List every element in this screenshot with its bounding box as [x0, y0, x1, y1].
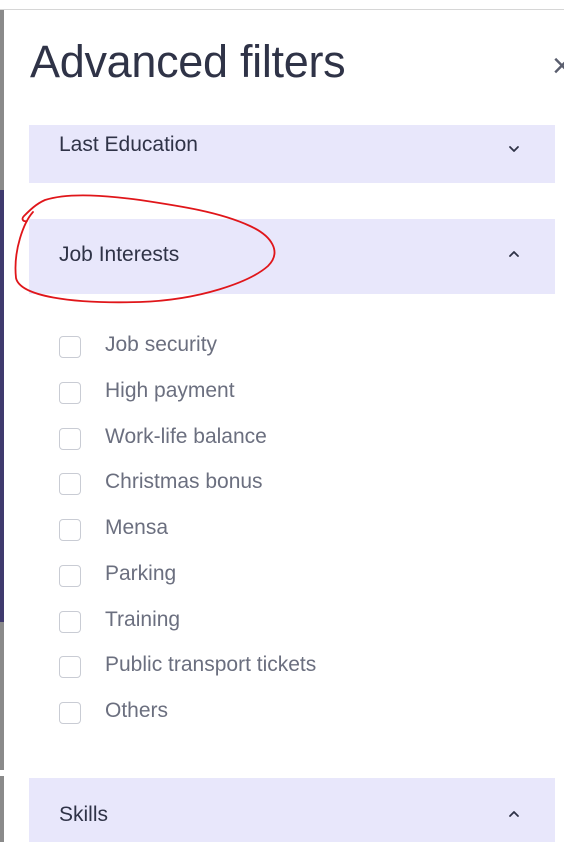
section-header-job-interests[interactable]: Job Interests	[29, 219, 555, 294]
option-label: Public transport tickets	[105, 653, 317, 677]
close-icon[interactable]: ×	[552, 46, 564, 86]
section-header-skills[interactable]: Skills	[29, 778, 555, 842]
top-divider	[0, 9, 564, 10]
option-label: Christmas bonus	[105, 470, 263, 494]
checkbox[interactable]	[59, 427, 81, 450]
chevron-up-icon	[509, 251, 519, 257]
chevron-down-icon	[509, 146, 519, 152]
option-label: Others	[105, 699, 169, 722]
option-label: High payment	[105, 378, 235, 402]
advanced-filters-panel: Advanced filters × Last Education Job In…	[0, 0, 564, 842]
option-label: Training	[105, 607, 181, 631]
section-header-last-education[interactable]: Last Education	[29, 125, 555, 183]
checkbox[interactable]	[59, 381, 81, 404]
left-rail-gap	[0, 770, 4, 776]
section-label-skills: Skills	[59, 803, 109, 826]
checkbox[interactable]	[59, 702, 81, 724]
option-label: Mensa	[105, 516, 169, 539]
checkbox[interactable]	[59, 656, 81, 679]
checkbox[interactable]	[59, 564, 81, 587]
chevron-up-icon	[509, 811, 519, 817]
section-label-last-education: Last Education	[59, 133, 198, 156]
left-rail-accent	[0, 190, 4, 622]
section-label-job-interests: Job Interests	[59, 243, 180, 266]
checkbox[interactable]	[59, 336, 81, 358]
checkbox[interactable]	[59, 473, 81, 496]
option-label: Parking	[105, 561, 177, 585]
option-label: Work-life balance	[105, 424, 267, 448]
checkbox[interactable]	[59, 610, 81, 633]
checkbox[interactable]	[59, 519, 81, 541]
option-label: Job security	[105, 333, 218, 356]
panel-title: Advanced filters	[30, 36, 346, 87]
